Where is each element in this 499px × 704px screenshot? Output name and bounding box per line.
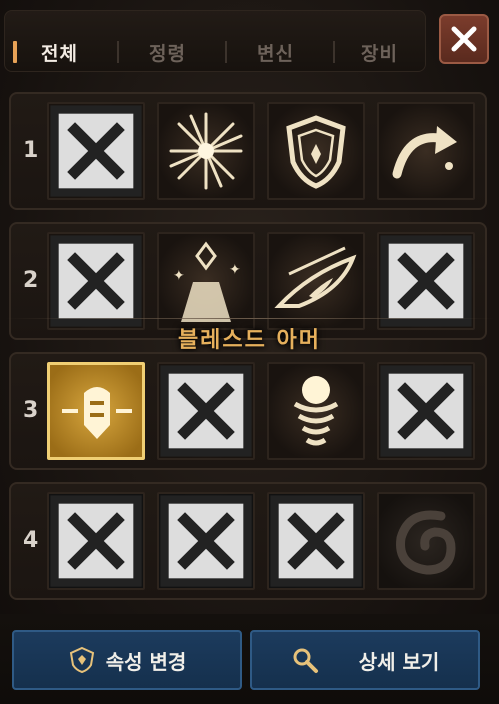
tab-transform[interactable]: 변신 bbox=[257, 39, 294, 66]
search-icon bbox=[293, 648, 318, 673]
lock-icon bbox=[50, 235, 142, 327]
row-number: 2 bbox=[23, 268, 39, 293]
change-attribute-button[interactable]: 속성 변경 bbox=[12, 630, 242, 690]
svg-text:✦: ✦ bbox=[173, 268, 185, 284]
skill-slot[interactable] bbox=[267, 102, 365, 200]
skill-slot[interactable] bbox=[377, 102, 475, 200]
tab-spirit[interactable]: 정령 bbox=[149, 39, 186, 66]
eye-icon bbox=[274, 246, 357, 308]
close-icon bbox=[451, 26, 477, 52]
tab-all[interactable]: 전체 bbox=[41, 39, 78, 66]
close-button[interactable] bbox=[439, 14, 489, 64]
tab-divider bbox=[225, 41, 227, 63]
shield-icon bbox=[286, 115, 346, 189]
skill-slot[interactable] bbox=[157, 362, 255, 460]
swirl-icon bbox=[396, 510, 456, 575]
skill-slot[interactable] bbox=[157, 492, 255, 590]
starburst-icon bbox=[169, 112, 243, 190]
skill-row-1: 1 bbox=[9, 92, 487, 210]
view-details-button[interactable]: 상세 보기 bbox=[250, 630, 480, 690]
skill-slot[interactable] bbox=[267, 362, 365, 460]
lock-icon bbox=[160, 365, 252, 457]
skill-slot[interactable]: ✦ bbox=[377, 362, 475, 460]
lock-icon bbox=[50, 105, 142, 197]
skill-slot[interactable] bbox=[47, 492, 145, 590]
row-number: 4 bbox=[23, 528, 39, 553]
skill-slot[interactable] bbox=[377, 232, 475, 330]
skill-row-4: 4 bbox=[9, 482, 487, 600]
active-tab-indicator bbox=[13, 41, 17, 63]
skill-slot[interactable] bbox=[377, 492, 475, 590]
spring-orb-icon bbox=[293, 376, 339, 446]
tab-equipment[interactable]: 장비 bbox=[361, 39, 398, 66]
row-number: 1 bbox=[23, 138, 39, 163]
skill-tooltip: 블레스드 아머 bbox=[177, 328, 322, 353]
view-details-label: 상세 보기 bbox=[358, 649, 440, 674]
skill-slot[interactable] bbox=[267, 492, 365, 590]
skill-panel: 전체 정령 변신 장비 1 2 ✦ ✦ 블레스드 아머 3 4 속성 변경 상세… bbox=[0, 0, 499, 704]
skill-slot[interactable] bbox=[47, 232, 145, 330]
change-attribute-label: 속성 변경 bbox=[105, 649, 187, 674]
skill-slot-selected[interactable] bbox=[47, 362, 145, 460]
skill-row-3: 3 bbox=[9, 352, 487, 470]
lock-icon bbox=[50, 495, 142, 587]
tab-divider bbox=[117, 41, 119, 63]
skill-slot[interactable] bbox=[267, 232, 365, 330]
skill-slot[interactable]: ✦ ✦ bbox=[157, 232, 255, 330]
lock-icon bbox=[380, 235, 472, 327]
lock-icon bbox=[270, 495, 362, 587]
svg-text:✦: ✦ bbox=[229, 262, 241, 278]
blessed-armor-icon bbox=[62, 387, 132, 439]
lock-icon bbox=[380, 365, 472, 457]
tab-divider bbox=[333, 41, 335, 63]
summon-icon: ✦ ✦ bbox=[173, 241, 241, 322]
row-number: 3 bbox=[23, 398, 39, 423]
skill-slot[interactable] bbox=[47, 102, 145, 200]
skill-slot[interactable] bbox=[157, 102, 255, 200]
lock-icon bbox=[160, 495, 252, 587]
tab-bar: 전체 정령 변신 장비 bbox=[4, 10, 426, 72]
attribute-shield-icon bbox=[69, 646, 94, 674]
curved-arrow-icon bbox=[392, 126, 457, 179]
tooltip-divider bbox=[6, 318, 494, 319]
